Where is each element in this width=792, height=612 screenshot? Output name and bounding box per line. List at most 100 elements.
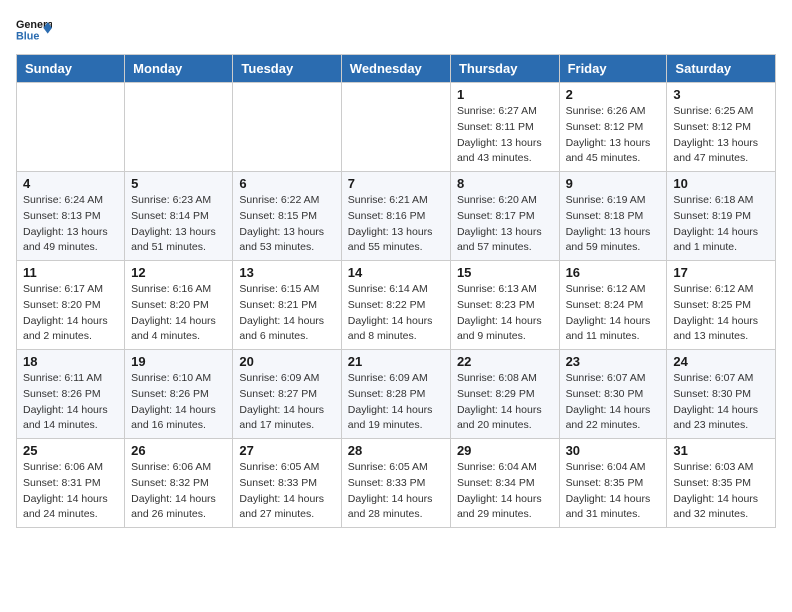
day-number: 15 xyxy=(457,265,553,280)
logo: General Blue xyxy=(16,16,52,44)
day-number: 31 xyxy=(673,443,769,458)
calendar-cell: 30 Sunrise: 6:04 AM Sunset: 8:35 PM Dayli… xyxy=(559,439,667,528)
day-detail: Sunrise: 6:09 AM Sunset: 8:28 PM Dayligh… xyxy=(348,371,444,434)
day-number: 30 xyxy=(566,443,661,458)
day-detail: Sunrise: 6:27 AM Sunset: 8:11 PM Dayligh… xyxy=(457,104,553,167)
day-number: 23 xyxy=(566,354,661,369)
calendar-week-4: 18 Sunrise: 6:11 AM Sunset: 8:26 PM Dayli… xyxy=(17,350,776,439)
calendar-cell xyxy=(233,83,341,172)
calendar-cell: 1 Sunrise: 6:27 AM Sunset: 8:11 PM Daylig… xyxy=(450,83,559,172)
calendar-cell: 7Sunrise: 6:21 AM Sunset: 8:16 PM Daylig… xyxy=(341,172,450,261)
day-number: 28 xyxy=(348,443,444,458)
calendar-body: 1 Sunrise: 6:27 AM Sunset: 8:11 PM Daylig… xyxy=(17,83,776,528)
calendar-cell: 22 Sunrise: 6:08 AM Sunset: 8:29 PM Dayli… xyxy=(450,350,559,439)
day-number: 1 xyxy=(457,87,553,102)
generalblue-logo-icon: General Blue xyxy=(16,16,52,44)
day-detail: Sunrise: 6:21 AM Sunset: 8:16 PM Dayligh… xyxy=(348,193,444,256)
day-header-wednesday: Wednesday xyxy=(341,55,450,83)
calendar-header: SundayMondayTuesdayWednesdayThursdayFrid… xyxy=(17,55,776,83)
calendar-cell: 12 Sunrise: 6:16 AM Sunset: 8:20 PM Dayli… xyxy=(125,261,233,350)
calendar-cell: 27Sunrise: 6:05 AM Sunset: 8:33 PM Dayli… xyxy=(233,439,341,528)
calendar-cell: 2Sunrise: 6:26 AM Sunset: 8:12 PM Daylig… xyxy=(559,83,667,172)
day-detail: Sunrise: 6:13 AM Sunset: 8:23 PM Dayligh… xyxy=(457,282,553,345)
day-detail: Sunrise: 6:04 AM Sunset: 8:34 PM Dayligh… xyxy=(457,460,553,523)
day-detail: Sunrise: 6:24 AM Sunset: 8:13 PM Dayligh… xyxy=(23,193,118,256)
calendar-cell: 24Sunrise: 6:07 AM Sunset: 8:30 PM Dayli… xyxy=(667,350,776,439)
calendar-week-5: 25Sunrise: 6:06 AM Sunset: 8:31 PM Dayli… xyxy=(17,439,776,528)
calendar-cell: 9 Sunrise: 6:19 AM Sunset: 8:18 PM Daylig… xyxy=(559,172,667,261)
calendar-cell: 28 Sunrise: 6:05 AM Sunset: 8:33 PM Dayli… xyxy=(341,439,450,528)
calendar-cell: 10 Sunrise: 6:18 AM Sunset: 8:19 PM Dayli… xyxy=(667,172,776,261)
day-detail: Sunrise: 6:09 AM Sunset: 8:27 PM Dayligh… xyxy=(239,371,334,434)
calendar-cell: 31 Sunrise: 6:03 AM Sunset: 8:35 PM Dayli… xyxy=(667,439,776,528)
day-detail: Sunrise: 6:11 AM Sunset: 8:26 PM Dayligh… xyxy=(23,371,118,434)
day-detail: Sunrise: 6:20 AM Sunset: 8:17 PM Dayligh… xyxy=(457,193,553,256)
calendar-cell: 4 Sunrise: 6:24 AM Sunset: 8:13 PM Daylig… xyxy=(17,172,125,261)
day-header-thursday: Thursday xyxy=(450,55,559,83)
day-number: 14 xyxy=(348,265,444,280)
calendar-cell: 5Sunrise: 6:23 AM Sunset: 8:14 PM Daylig… xyxy=(125,172,233,261)
day-detail: Sunrise: 6:17 AM Sunset: 8:20 PM Dayligh… xyxy=(23,282,118,345)
day-detail: Sunrise: 6:26 AM Sunset: 8:12 PM Dayligh… xyxy=(566,104,661,167)
day-detail: Sunrise: 6:08 AM Sunset: 8:29 PM Dayligh… xyxy=(457,371,553,434)
day-detail: Sunrise: 6:04 AM Sunset: 8:35 PM Dayligh… xyxy=(566,460,661,523)
day-number: 19 xyxy=(131,354,226,369)
day-detail: Sunrise: 6:18 AM Sunset: 8:19 PM Dayligh… xyxy=(673,193,769,256)
day-detail: Sunrise: 6:19 AM Sunset: 8:18 PM Dayligh… xyxy=(566,193,661,256)
day-header-monday: Monday xyxy=(125,55,233,83)
calendar-week-1: 1 Sunrise: 6:27 AM Sunset: 8:11 PM Daylig… xyxy=(17,83,776,172)
day-number: 17 xyxy=(673,265,769,280)
day-number: 20 xyxy=(239,354,334,369)
calendar-cell: 20 Sunrise: 6:09 AM Sunset: 8:27 PM Dayli… xyxy=(233,350,341,439)
calendar-cell: 23Sunrise: 6:07 AM Sunset: 8:30 PM Dayli… xyxy=(559,350,667,439)
calendar-cell: 6Sunrise: 6:22 AM Sunset: 8:15 PM Daylig… xyxy=(233,172,341,261)
calendar-cell xyxy=(341,83,450,172)
day-detail: Sunrise: 6:23 AM Sunset: 8:14 PM Dayligh… xyxy=(131,193,226,256)
calendar-cell: 19 Sunrise: 6:10 AM Sunset: 8:26 PM Dayli… xyxy=(125,350,233,439)
day-number: 3 xyxy=(673,87,769,102)
day-header-friday: Friday xyxy=(559,55,667,83)
day-detail: Sunrise: 6:25 AM Sunset: 8:12 PM Dayligh… xyxy=(673,104,769,167)
day-detail: Sunrise: 6:10 AM Sunset: 8:26 PM Dayligh… xyxy=(131,371,226,434)
calendar-cell: 17Sunrise: 6:12 AM Sunset: 8:25 PM Dayli… xyxy=(667,261,776,350)
day-detail: Sunrise: 6:14 AM Sunset: 8:22 PM Dayligh… xyxy=(348,282,444,345)
calendar-cell: 3 Sunrise: 6:25 AM Sunset: 8:12 PM Daylig… xyxy=(667,83,776,172)
day-number: 12 xyxy=(131,265,226,280)
calendar-cell: 29Sunrise: 6:04 AM Sunset: 8:34 PM Dayli… xyxy=(450,439,559,528)
day-number: 13 xyxy=(239,265,334,280)
day-number: 9 xyxy=(566,176,661,191)
svg-text:Blue: Blue xyxy=(16,30,39,42)
calendar-week-2: 4 Sunrise: 6:24 AM Sunset: 8:13 PM Daylig… xyxy=(17,172,776,261)
day-detail: Sunrise: 6:05 AM Sunset: 8:33 PM Dayligh… xyxy=(348,460,444,523)
day-number: 16 xyxy=(566,265,661,280)
calendar-cell xyxy=(125,83,233,172)
calendar-cell: 11Sunrise: 6:17 AM Sunset: 8:20 PM Dayli… xyxy=(17,261,125,350)
page-header: General Blue xyxy=(16,16,776,44)
calendar-cell xyxy=(17,83,125,172)
calendar-cell: 26Sunrise: 6:06 AM Sunset: 8:32 PM Dayli… xyxy=(125,439,233,528)
day-detail: Sunrise: 6:12 AM Sunset: 8:24 PM Dayligh… xyxy=(566,282,661,345)
day-detail: Sunrise: 6:06 AM Sunset: 8:31 PM Dayligh… xyxy=(23,460,118,523)
calendar-cell: 21 Sunrise: 6:09 AM Sunset: 8:28 PM Dayli… xyxy=(341,350,450,439)
calendar-cell: 25Sunrise: 6:06 AM Sunset: 8:31 PM Dayli… xyxy=(17,439,125,528)
calendar-cell: 18 Sunrise: 6:11 AM Sunset: 8:26 PM Dayli… xyxy=(17,350,125,439)
day-detail: Sunrise: 6:03 AM Sunset: 8:35 PM Dayligh… xyxy=(673,460,769,523)
day-detail: Sunrise: 6:07 AM Sunset: 8:30 PM Dayligh… xyxy=(673,371,769,434)
day-number: 22 xyxy=(457,354,553,369)
day-number: 18 xyxy=(23,354,118,369)
day-detail: Sunrise: 6:16 AM Sunset: 8:20 PM Dayligh… xyxy=(131,282,226,345)
calendar-table: SundayMondayTuesdayWednesdayThursdayFrid… xyxy=(16,54,776,528)
day-number: 27 xyxy=(239,443,334,458)
calendar-cell: 8Sunrise: 6:20 AM Sunset: 8:17 PM Daylig… xyxy=(450,172,559,261)
calendar-cell: 15 Sunrise: 6:13 AM Sunset: 8:23 PM Dayli… xyxy=(450,261,559,350)
day-number: 10 xyxy=(673,176,769,191)
calendar-cell: 14 Sunrise: 6:14 AM Sunset: 8:22 PM Dayli… xyxy=(341,261,450,350)
day-number: 4 xyxy=(23,176,118,191)
day-number: 21 xyxy=(348,354,444,369)
day-detail: Sunrise: 6:22 AM Sunset: 8:15 PM Dayligh… xyxy=(239,193,334,256)
calendar-cell: 16 Sunrise: 6:12 AM Sunset: 8:24 PM Dayli… xyxy=(559,261,667,350)
calendar-week-3: 11Sunrise: 6:17 AM Sunset: 8:20 PM Dayli… xyxy=(17,261,776,350)
day-header-tuesday: Tuesday xyxy=(233,55,341,83)
day-header-saturday: Saturday xyxy=(667,55,776,83)
day-detail: Sunrise: 6:15 AM Sunset: 8:21 PM Dayligh… xyxy=(239,282,334,345)
